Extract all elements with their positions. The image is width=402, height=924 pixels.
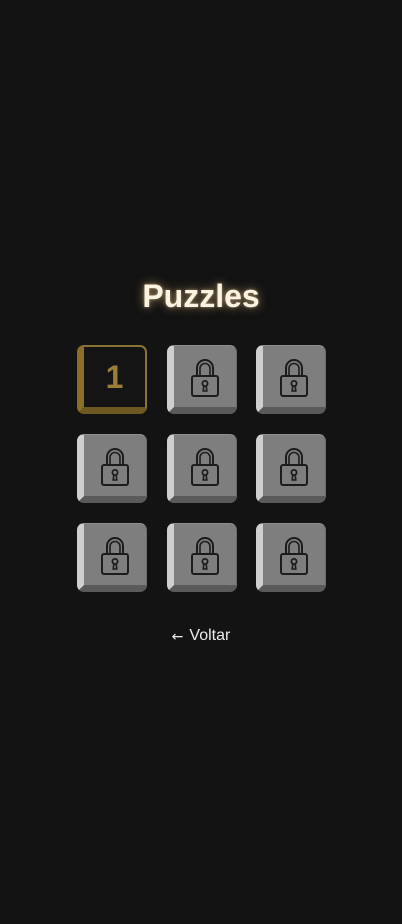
level-tile-1[interactable]: 1 xyxy=(77,345,147,414)
level-tile-8-locked[interactable] xyxy=(166,523,237,592)
level-number: 1 xyxy=(105,358,124,395)
back-link[interactable]: ← Voltar xyxy=(0,626,402,646)
level-tile-4-locked[interactable] xyxy=(77,434,147,503)
left-arrow-icon: ← xyxy=(171,629,184,645)
level-tile-5-locked[interactable] xyxy=(166,434,237,503)
padlock-icon xyxy=(190,447,219,486)
level-tile-2-locked[interactable] xyxy=(166,345,237,414)
padlock-icon xyxy=(280,447,308,486)
padlock-icon xyxy=(190,358,219,397)
level-tile-7-locked[interactable] xyxy=(77,523,147,592)
padlock-icon xyxy=(280,358,308,397)
level-tile-3-locked[interactable] xyxy=(256,345,326,414)
level-tile-9-locked[interactable] xyxy=(256,523,326,592)
padlock-icon xyxy=(280,536,308,575)
back-label: Voltar xyxy=(189,627,231,644)
padlock-icon xyxy=(101,536,129,575)
level-tile-6-locked[interactable] xyxy=(256,434,326,503)
padlock-icon xyxy=(101,447,129,486)
page-title: Puzzles xyxy=(142,278,260,314)
level-grid: 1 xyxy=(77,345,326,592)
padlock-icon xyxy=(190,536,219,575)
